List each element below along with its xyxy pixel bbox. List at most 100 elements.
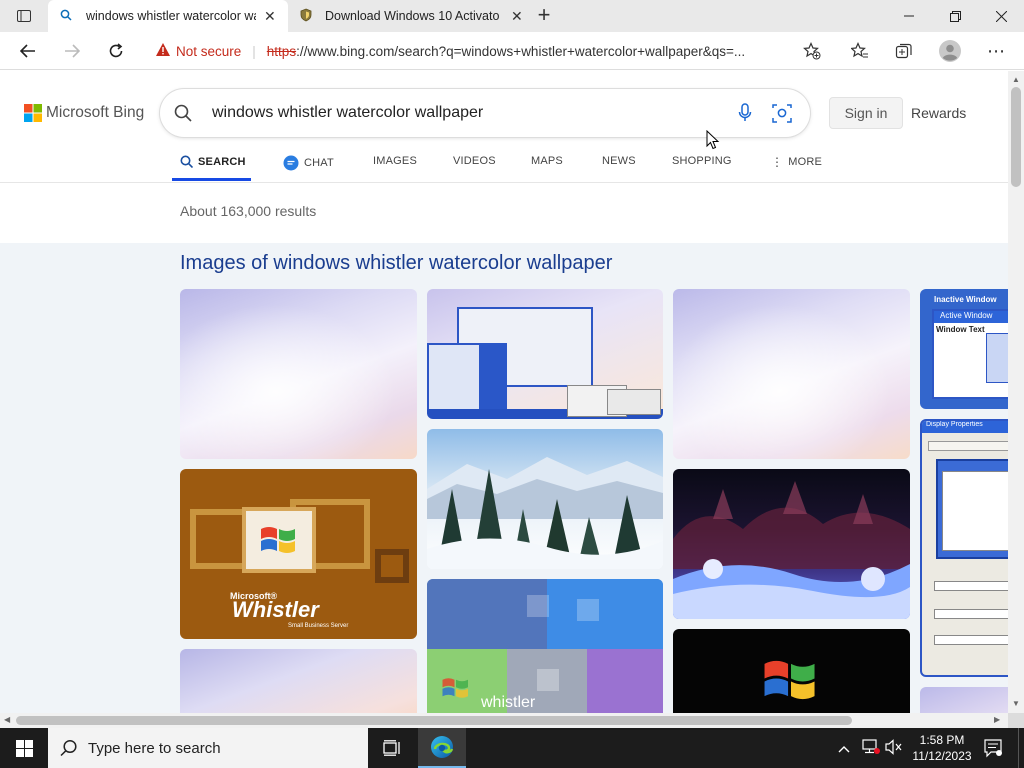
windows-taskbar: Type here to search 1:58 PM 11/12/2023 [0,728,1024,768]
volume-muted-icon[interactable] [885,739,903,760]
horizontal-scrollbar[interactable]: ◀ ▶ [0,713,1008,728]
add-favorite-icon[interactable] [798,37,826,65]
image-result-watercolor-4[interactable] [920,687,1008,713]
show-desktop-button[interactable] [1018,728,1024,768]
close-tab-icon[interactable]: ✕ [264,8,276,25]
search-icon [60,739,77,757]
tab-more[interactable]: ⋮ MORE [771,155,822,169]
new-tab-button[interactable]: + [532,4,556,28]
scroll-right-arrow-icon[interactable]: ▶ [994,715,1000,724]
display-properties-label: Display Properties [922,421,1008,433]
microsoft-logo-icon [24,104,42,122]
browser-tab-bar: windows whistler watercolor wal ✕ Downlo… [0,0,1024,32]
task-view-button[interactable] [370,728,414,768]
image-result-night-snow[interactable] [673,469,910,619]
close-tab-icon[interactable]: ✕ [511,8,523,25]
tab-download-activator[interactable]: Download Windows 10 Activator ✕ [289,0,525,32]
image-result-desktop-screenshot[interactable] [427,289,663,419]
mouse-cursor-icon [706,130,720,150]
notification-center-icon[interactable] [983,738,1003,763]
url-separator: | [252,43,256,59]
taskbar-edge-button[interactable] [418,728,466,768]
inactive-window-label: Inactive Window [934,295,997,304]
clock-time: 1:58 PM [919,733,965,747]
tab-title: Download Windows 10 Activator [325,9,499,23]
close-window-button[interactable] [978,0,1024,32]
vertical-scroll-thumb[interactable] [1011,87,1021,187]
clock[interactable]: 1:58 PM 11/12/2023 [906,732,978,764]
tab-images[interactable]: IMAGES [373,155,417,167]
show-hidden-icons-chevron-icon[interactable] [838,740,850,758]
clock-date: 11/12/2023 [912,749,972,763]
tab-label: SHOPPING [672,155,732,167]
url-text: ://www.bing.com/search?q=windows+whistle… [296,43,746,59]
tab-label: CHAT [304,157,334,169]
scrollbar-corner [1008,713,1024,728]
settings-more-icon[interactable]: ⋯ [982,37,1010,65]
active-tab-underline [172,178,251,181]
bing-search-icon [60,9,76,24]
start-button[interactable] [0,728,48,768]
tab-actions-icon[interactable] [10,6,38,26]
url-scheme: https [266,43,297,59]
logo-text: Microsoft Bing [46,104,145,121]
tab-chat[interactable]: CHAT [283,155,334,171]
tab-shopping[interactable]: SHOPPING [672,155,732,167]
tab-label: VIDEOS [453,155,496,167]
search-input[interactable]: windows whistler watercolor wallpaper [212,104,483,122]
refresh-button[interactable] [102,37,130,65]
bing-header: Microsoft Bing windows whistler watercol… [0,71,1008,183]
forward-button[interactable] [58,37,86,65]
bing-logo[interactable]: Microsoft Bing [24,104,144,122]
search-icon [180,155,193,168]
horizontal-scroll-thumb[interactable] [16,716,852,725]
tab-label: MAPS [531,155,563,167]
image-result-display-properties[interactable]: Display Properties [920,419,1008,677]
search-icon [174,104,192,127]
edge-icon [431,736,454,758]
microphone-icon[interactable] [738,103,752,128]
image-result-windows-logo-black[interactable] [673,629,910,713]
not-secure-label[interactable]: Not secure [176,44,241,59]
tab-maps[interactable]: MAPS [531,155,563,167]
tab-videos[interactable]: VIDEOS [453,155,496,167]
rewards-link[interactable]: Rewards [911,105,966,121]
scroll-left-arrow-icon[interactable]: ◀ [4,715,10,724]
image-result-window-colors[interactable]: Inactive Window Active Window Window Tex… [920,289,1008,409]
address-field[interactable]: Not secure | https ://www.bing.com/searc… [148,36,798,66]
profile-avatar[interactable] [936,37,964,65]
tab-news[interactable]: NEWS [602,155,636,167]
windows-flag-icon [442,678,468,698]
whistler-green-label: whistler [481,694,536,711]
tab-label: NEWS [602,155,636,167]
sign-in-button[interactable]: Sign in [829,97,903,129]
visual-search-icon[interactable] [772,103,792,128]
image-result-snowy-forest[interactable] [427,429,663,569]
chat-icon [283,155,299,171]
favorites-icon[interactable] [846,37,874,65]
scroll-down-arrow-icon[interactable]: ▼ [1012,699,1020,708]
tab-search[interactable]: SEARCH [180,155,246,168]
whistler-label: Whistler [232,597,319,622]
tab-bing-search[interactable]: windows whistler watercolor wal ✕ [48,0,288,32]
taskbar-search-box[interactable]: Type here to search [48,728,368,768]
image-result-watercolor-2[interactable] [180,649,417,713]
address-bar-row: Not secure | https ://www.bing.com/searc… [0,32,1024,70]
minimize-button[interactable] [886,0,932,32]
back-button[interactable] [14,37,42,65]
vertical-scrollbar[interactable]: ▲ ▼ [1008,71,1024,713]
task-view-icon [383,740,400,756]
tab-label: SEARCH [198,155,246,168]
more-dots-icon: ⋮ [771,155,784,169]
restore-button[interactable] [932,0,978,32]
scroll-up-arrow-icon[interactable]: ▲ [1012,75,1020,84]
image-result-whistler-tiles[interactable]: whistler [427,579,663,713]
network-icon[interactable] [862,739,880,760]
shield-icon [299,8,315,25]
collections-icon[interactable] [890,37,918,65]
images-heading[interactable]: Images of windows whistler watercolor wa… [180,252,612,275]
image-result-watercolor-1[interactable] [180,289,417,459]
image-result-watercolor-3[interactable] [673,289,910,459]
image-result-whistler-brown[interactable]: Microsoft® Whistler Small Business Serve… [180,469,417,639]
bing-page: Microsoft Bing windows whistler watercol… [0,71,1008,713]
